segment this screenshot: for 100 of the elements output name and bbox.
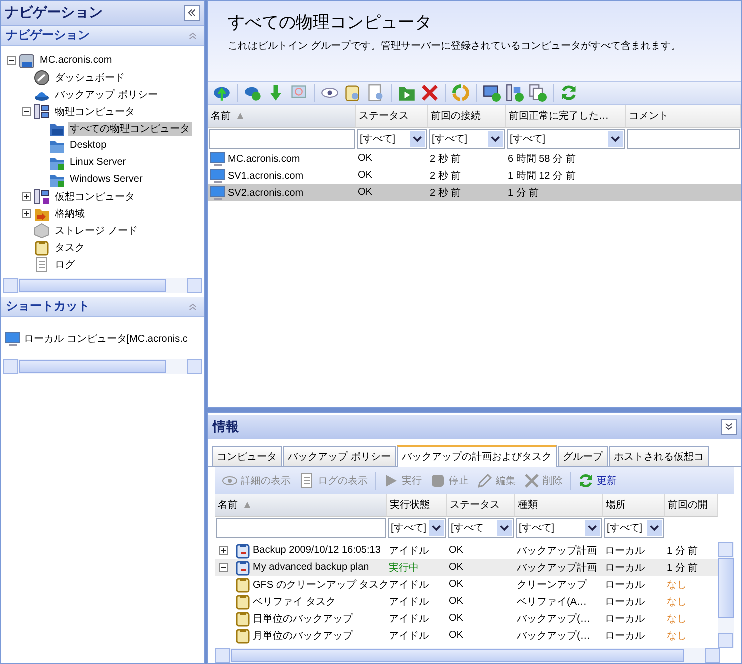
table-cell-text: 1 分 前 [667, 562, 698, 574]
table-cell: OK [449, 579, 464, 590]
table-cell-text: バックアップ計画 [517, 562, 597, 574]
table-cell: MC.acronis.com [228, 154, 300, 164]
table-cell-text: 2 秒 前 [430, 170, 462, 182]
collapse-icon[interactable] [219, 563, 228, 572]
monitor-icon [210, 168, 226, 184]
horizontal-scrollbar[interactable] [3, 278, 202, 293]
clipboard-icon [235, 610, 251, 626]
horizontal-scrollbar[interactable] [215, 648, 720, 663]
collapse-icon [188, 302, 198, 312]
expand-button[interactable] [721, 419, 737, 435]
document-icon[interactable] [367, 84, 385, 102]
tree-item[interactable]: すべての物理コンピュータ [68, 122, 192, 136]
table-cell: OK [358, 170, 372, 181]
table-cell-text: なし [667, 596, 687, 608]
column-header[interactable]: 前回の接続 [428, 105, 506, 128]
clipboard-icon [34, 240, 50, 256]
filter-dropdown[interactable]: [すべて] [429, 129, 505, 149]
filter-dropdown[interactable]: [すべて] [357, 129, 427, 149]
server-icon [19, 52, 35, 68]
tree-item[interactable]: タスク [53, 240, 87, 254]
hierarchy-add-icon[interactable] [506, 84, 524, 102]
document-icon [34, 256, 50, 272]
recycle-icon[interactable] [452, 84, 470, 102]
filter-dropdown[interactable]: [すべて [448, 518, 514, 538]
tab[interactable]: グループ [558, 446, 608, 466]
section-header[interactable]: ナビゲーション [1, 26, 204, 46]
tree-item[interactable]: MC.acronis.com [38, 55, 114, 66]
table-cell-text: 実行中 [389, 562, 419, 574]
toolbar-button[interactable]: 更新 [575, 470, 620, 492]
collapse-icon[interactable] [7, 56, 16, 65]
column-header[interactable]: 場所 [603, 494, 665, 517]
table-cell-text: ローカル [605, 578, 645, 592]
panel-title: ナビゲーション [5, 4, 103, 22]
table-cell-text: ローカル [605, 544, 645, 558]
column-header[interactable]: 種類 [515, 494, 603, 517]
tree-item[interactable]: ダッシュボード [53, 70, 127, 84]
network-icon [34, 104, 50, 120]
column-header[interactable]: 前回の開 [665, 494, 718, 517]
monitor-add-icon[interactable] [483, 84, 501, 102]
column-header[interactable]: ステータス [356, 105, 428, 128]
vertical-scrollbar[interactable] [718, 542, 734, 648]
table-cell-text: アイドル [389, 578, 429, 592]
pencil-icon [477, 472, 493, 488]
filter-dropdown[interactable]: [すべて] [516, 518, 602, 538]
expand-icon[interactable] [22, 209, 31, 218]
delete-icon [524, 472, 540, 488]
section-header[interactable]: ショートカット [1, 297, 204, 317]
column-header[interactable]: 実行状態 [387, 494, 447, 517]
clipboard-icon[interactable] [344, 84, 362, 102]
tree-item[interactable]: 格納域 [53, 206, 87, 220]
filter-field[interactable] [216, 518, 386, 538]
table-cell-text: バックアップ(… [517, 630, 590, 642]
tree-item[interactable]: Desktop [68, 140, 109, 151]
filter-field[interactable] [209, 129, 355, 149]
tab[interactable]: コンピュータ [212, 446, 282, 466]
table-cell-text: ローカル [605, 596, 645, 608]
column-header[interactable]: 名前 [215, 494, 387, 517]
table-cell-text: アイドル [389, 596, 429, 608]
collapse-button[interactable] [184, 5, 200, 21]
table-cell-text: 2 秒 前 [430, 152, 462, 166]
column-header[interactable]: ステータス [447, 494, 515, 517]
documents-add-icon[interactable] [529, 84, 547, 102]
expand-icon[interactable] [219, 546, 228, 555]
table-cell-text: なし [667, 612, 687, 626]
table-cell: OK [449, 630, 464, 641]
collapse-icon[interactable] [22, 107, 31, 116]
tab[interactable]: バックアップ ポリシー [283, 446, 396, 466]
tree-item[interactable]: バックアップ ポリシー [53, 88, 160, 102]
tree-item[interactable]: Windows Server [68, 174, 145, 185]
column-header[interactable]: 前回正常に完了した… [506, 105, 626, 128]
refresh-icon[interactable] [560, 84, 578, 102]
sort-ascending-icon [242, 502, 253, 508]
delete-icon[interactable] [421, 84, 439, 102]
table-cell-text: ローカル [605, 612, 645, 626]
table-cell-text: 月単位のバックアップ [253, 630, 353, 642]
shortcut-item[interactable]: ローカル コンピュータ[MC.acronis.c [24, 332, 188, 346]
plan-icon [235, 542, 251, 558]
tab[interactable]: バックアップの計画およびタスク [396, 445, 557, 467]
filter-dropdown[interactable]: [すべて] [388, 518, 446, 538]
expand-icon[interactable] [22, 192, 31, 201]
tree-item[interactable]: Linux Server [68, 157, 128, 168]
tab[interactable]: ホストされる仮想コ [608, 446, 709, 466]
filter-dropdown[interactable]: [すべて] [507, 129, 625, 149]
tree-item[interactable]: ログ [53, 258, 77, 272]
collapse-icon [187, 8, 197, 18]
column-header[interactable]: 名前 [208, 105, 356, 128]
table-cell-text: アイドル [389, 612, 429, 626]
tree-item[interactable]: ストレージ ノード [53, 224, 140, 238]
table-cell-text: 6 時間 58 分 前 [508, 152, 576, 166]
table-cell: OK [358, 187, 372, 198]
filter-field[interactable] [627, 129, 740, 149]
tree-item[interactable]: 仮想コンピュータ [53, 190, 137, 204]
network-icon [34, 188, 50, 204]
column-header[interactable]: コメント [626, 105, 741, 128]
horizontal-scrollbar[interactable] [3, 359, 202, 374]
filter-dropdown[interactable]: [すべて] [604, 518, 664, 538]
tree-item[interactable]: 物理コンピュータ [53, 104, 137, 118]
table-cell-text: 日単位のバックアップ [253, 612, 353, 626]
